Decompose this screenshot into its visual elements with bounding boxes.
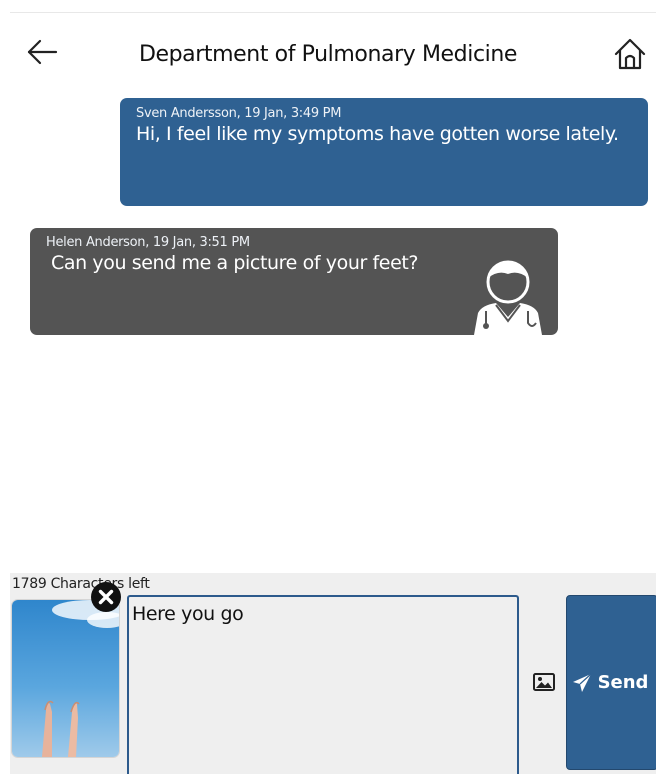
top-divider <box>10 12 656 13</box>
home-icon <box>614 38 646 70</box>
close-circle-icon <box>91 582 121 612</box>
attachment-thumbnail[interactable] <box>11 599 120 758</box>
image-icon <box>533 673 555 691</box>
message-input[interactable]: Here you go <box>127 595 519 774</box>
attach-image-button[interactable] <box>532 671 556 693</box>
message-bubble-patient: Sven Andersson, 19 Jan, 3:49 PM Hi, I fe… <box>120 98 648 206</box>
home-button[interactable] <box>612 36 648 72</box>
remove-attachment-button[interactable] <box>90 581 122 613</box>
paper-plane-icon <box>572 673 591 692</box>
message-meta: Helen Anderson, 19 Jan, 3:51 PM <box>46 235 250 250</box>
header-bar: Department of Pulmonary Medicine <box>0 30 656 80</box>
character-counter: 1789 Characters left <box>12 576 150 592</box>
message-meta: Sven Andersson, 19 Jan, 3:49 PM <box>136 106 342 121</box>
photo-thumbnail <box>12 600 119 757</box>
message-text: Hi, I feel like my symptoms have gotten … <box>136 123 619 145</box>
message-text: Can you send me a picture of your feet? <box>51 252 419 274</box>
compose-area: 1789 Characters left Here you go Send <box>10 573 656 774</box>
send-button-label: Send <box>597 672 649 693</box>
doctor-avatar-icon <box>474 260 542 335</box>
chat-screen: Department of Pulmonary Medicine Sven An… <box>0 0 656 774</box>
send-button[interactable]: Send <box>566 595 656 770</box>
message-bubble-doctor: Helen Anderson, 19 Jan, 3:51 PM Can you … <box>30 228 558 335</box>
page-title: Department of Pulmonary Medicine <box>138 42 518 67</box>
